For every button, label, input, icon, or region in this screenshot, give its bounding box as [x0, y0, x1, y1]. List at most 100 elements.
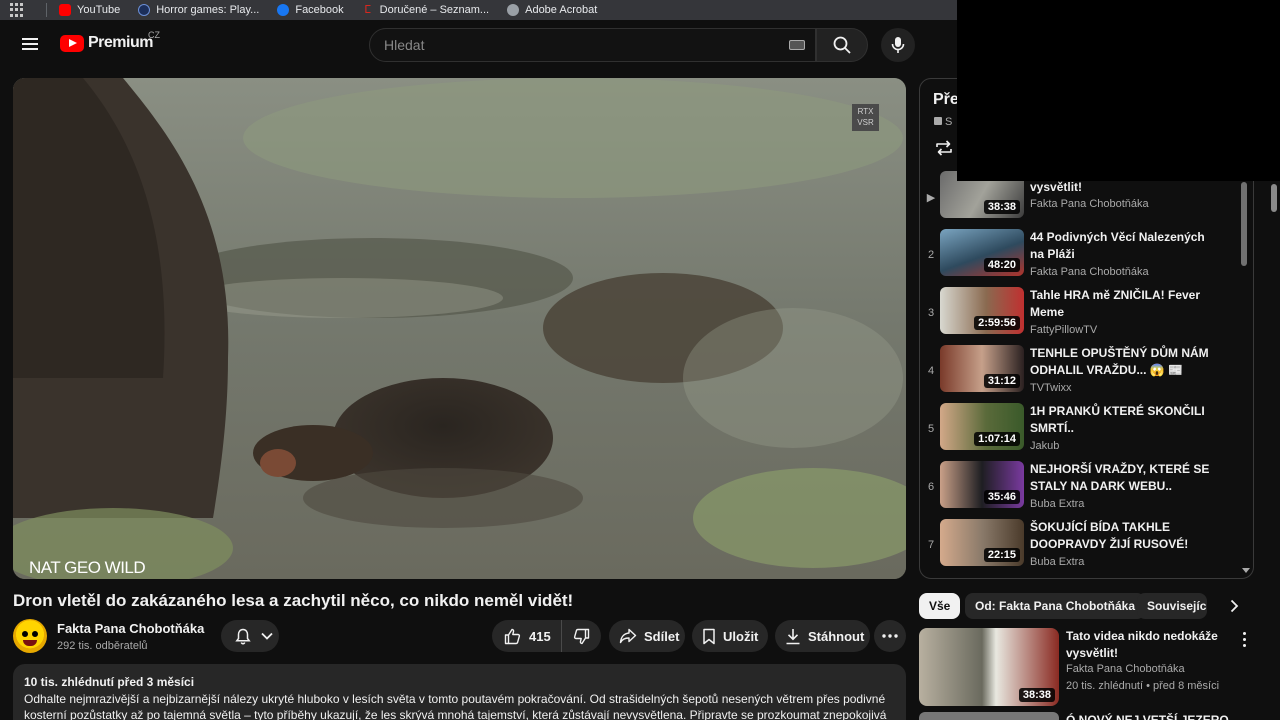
like-dislike-group: 415: [492, 620, 601, 652]
more-vertical-icon[interactable]: [1243, 632, 1247, 650]
logo-text: Premium: [88, 34, 153, 51]
thumbs-down-icon: [573, 628, 590, 644]
playlist-item-title: 44 Podivných Věcí Nalezených na Pláži: [1030, 230, 1205, 261]
playlist-scrollbar[interactable]: [1241, 182, 1247, 266]
filter-chips: Vše Od: Fakta Pana Chobotňáka Souvisejíc…: [919, 593, 1249, 619]
bookmark-label: YouTube: [77, 4, 121, 16]
microphone-icon: [891, 37, 905, 53]
bookmark-label: Doručené – Seznam...: [379, 4, 490, 16]
playlist-item[interactable]: 6 35:46 NEJHORŠÍ VRAŽDY, KTERÉ SE STALY …: [920, 461, 1240, 515]
duration-badge: 1:07:14: [974, 432, 1020, 446]
duration-badge: 35:46: [983, 490, 1020, 504]
recommended-title-2[interactable]: Ó NOVÝ NEJ VETŠÍ JEZERO...: [1066, 712, 1239, 720]
voice-search-button[interactable]: [881, 28, 915, 62]
playlist-item-index: 6: [927, 481, 935, 493]
page-scrollbar[interactable]: [1268, 182, 1280, 720]
video-title: Dron vletěl do zakázaného lesa a zachyti…: [13, 591, 574, 610]
save-label: Uložit: [723, 628, 759, 644]
chip-related[interactable]: Související: [1137, 593, 1207, 619]
page-scrollbar-thumb[interactable]: [1271, 184, 1277, 212]
recommended-thumbnail: 38:38: [919, 628, 1059, 706]
playlist-subtitle: S: [934, 116, 952, 128]
facebook-icon: [277, 4, 290, 16]
channel-watermark: NAT GEO WILD: [29, 558, 146, 577]
search-box: [369, 28, 816, 62]
save-button[interactable]: Uložit: [692, 620, 768, 652]
search-input[interactable]: [384, 37, 789, 53]
menu-icon[interactable]: [22, 38, 38, 50]
bookmark-facebook[interactable]: Facebook: [277, 4, 344, 16]
playlist-item-channel: FattyPillowTV: [1030, 324, 1098, 336]
share-icon: [619, 628, 637, 644]
bookmark-adobe-acrobat[interactable]: Adobe Acrobat: [507, 4, 597, 16]
duration-badge: 38:38: [983, 200, 1020, 214]
playlist-item-channel: Buba Extra: [1030, 498, 1085, 510]
lock-icon: [934, 117, 942, 125]
youtube-premium-logo[interactable]: Premium: [60, 34, 153, 52]
duration-badge: 22:15: [983, 548, 1020, 562]
scroll-down-arrow-icon[interactable]: [1242, 568, 1250, 573]
playlist-item[interactable]: 3 2:59:56 Tahle HRA mě ZNIČILA! Fever Me…: [920, 287, 1240, 341]
search-button[interactable]: [816, 28, 868, 62]
dislike-button[interactable]: [562, 620, 601, 652]
bell-icon: [235, 628, 251, 644]
globe-icon: [138, 4, 151, 16]
recommended-thumbnail-2[interactable]: [919, 712, 1059, 720]
playlist-item-thumbnail: 22:15: [940, 519, 1024, 566]
playlist-item-thumbnail: 1:07:14: [940, 403, 1024, 450]
loop-icon[interactable]: [934, 139, 954, 157]
bookmark-label: Horror games: Play...: [156, 4, 260, 16]
chevron-right-icon[interactable]: [1230, 599, 1239, 613]
bookmark-horror-games[interactable]: Horror games: Play...: [138, 4, 259, 16]
keyboard-icon[interactable]: [789, 40, 805, 50]
share-label: Sdílet: [644, 628, 680, 644]
download-button[interactable]: Stáhnout: [775, 620, 870, 652]
view-count-date: 10 tis. zhlédnutí před 3 měsíci: [24, 675, 195, 689]
playlist-item-channel: Fakta Pana Chobotňáka: [1030, 266, 1149, 278]
more-horizontal-icon: [882, 634, 898, 638]
duration-badge: 2:59:56: [974, 316, 1020, 330]
like-button[interactable]: 415: [492, 620, 562, 652]
playlist-item-index: 7: [927, 539, 935, 551]
playlist-item-thumbnail: 35:46: [940, 461, 1024, 508]
recommended-channel: Fakta Pana Chobotňáka: [1066, 663, 1185, 675]
bookmark-seznam[interactable]: ⵎ Doručené – Seznam...: [362, 4, 489, 16]
acrobat-icon: [507, 4, 520, 16]
playlist-item-thumbnail: 2:59:56: [940, 287, 1024, 334]
chip-all[interactable]: Vše: [919, 593, 961, 619]
subscriber-count: 292 tis. odběratelů: [57, 640, 148, 652]
playlist-item-thumbnail: 31:12: [940, 345, 1024, 392]
apps-grid-icon[interactable]: [10, 3, 24, 17]
recommended-meta: 20 tis. zhlédnutí • před 8 měsíci: [1066, 680, 1220, 692]
channel-name[interactable]: Fakta Pana Chobotňáka: [57, 621, 204, 636]
download-icon: [786, 628, 800, 644]
share-button[interactable]: Sdílet: [609, 620, 685, 652]
playlist-item[interactable]: 4 31:12 TENHLE OPUŠTĚNÝ DŮM NÁM ODHALIL …: [920, 345, 1240, 399]
playlist-item[interactable]: 7 22:15 ŠOKUJÍCÍ BÍDA TAKHLE DOOPRAVDY Ž…: [920, 519, 1240, 573]
channel-avatar[interactable]: [13, 619, 47, 653]
playlist-item[interactable]: 5 1:07:14 1H PRANKŮ KTERÉ SKONČILI SMRTÍ…: [920, 403, 1240, 457]
more-actions-button[interactable]: [874, 620, 906, 652]
rtx-vsr-badge[interactable]: RTX VSR: [852, 104, 879, 131]
playlist-item-channel: Jakub: [1030, 440, 1060, 452]
playlist-item[interactable]: 2 48:20 44 Podivných Věcí Nalezených na …: [920, 229, 1240, 283]
video-player[interactable]: NAT GEO WILD: [13, 78, 906, 579]
recommended-video[interactable]: 38:38 Tato videa nikdo nedokáže vysvětli…: [919, 628, 1259, 706]
notification-button[interactable]: [221, 620, 279, 652]
playlist-item-index: 4: [927, 365, 935, 377]
chip-from-channel[interactable]: Od: Fakta Pana Chobotňáka: [965, 593, 1146, 619]
like-count: 415: [529, 628, 551, 644]
bookmark-youtube[interactable]: YouTube: [59, 4, 120, 16]
playlist-item-index: 3: [927, 307, 935, 319]
playlist-title: Pře: [933, 91, 959, 108]
youtube-icon: [59, 4, 71, 16]
playlist-item-channel: Fakta Pana Chobotňáka: [1030, 198, 1149, 210]
playlist-item-title: ŠOKUJÍCÍ BÍDA TAKHLE DOOPRAVDY ŽIJÍ RUSO…: [1030, 520, 1189, 551]
playlist-item-channel: TVTwixx: [1030, 382, 1072, 394]
video-frame: [13, 78, 906, 579]
youtube-play-icon: [60, 34, 84, 52]
duration-badge: 38:38: [1018, 688, 1055, 702]
description-box[interactable]: 10 tis. zhlédnutí před 3 měsíci Odhalte …: [13, 664, 906, 720]
description-text: Odhalte nejmrazivější a nejbizarnější ná…: [24, 692, 887, 720]
bookmark-icon: [703, 628, 715, 644]
